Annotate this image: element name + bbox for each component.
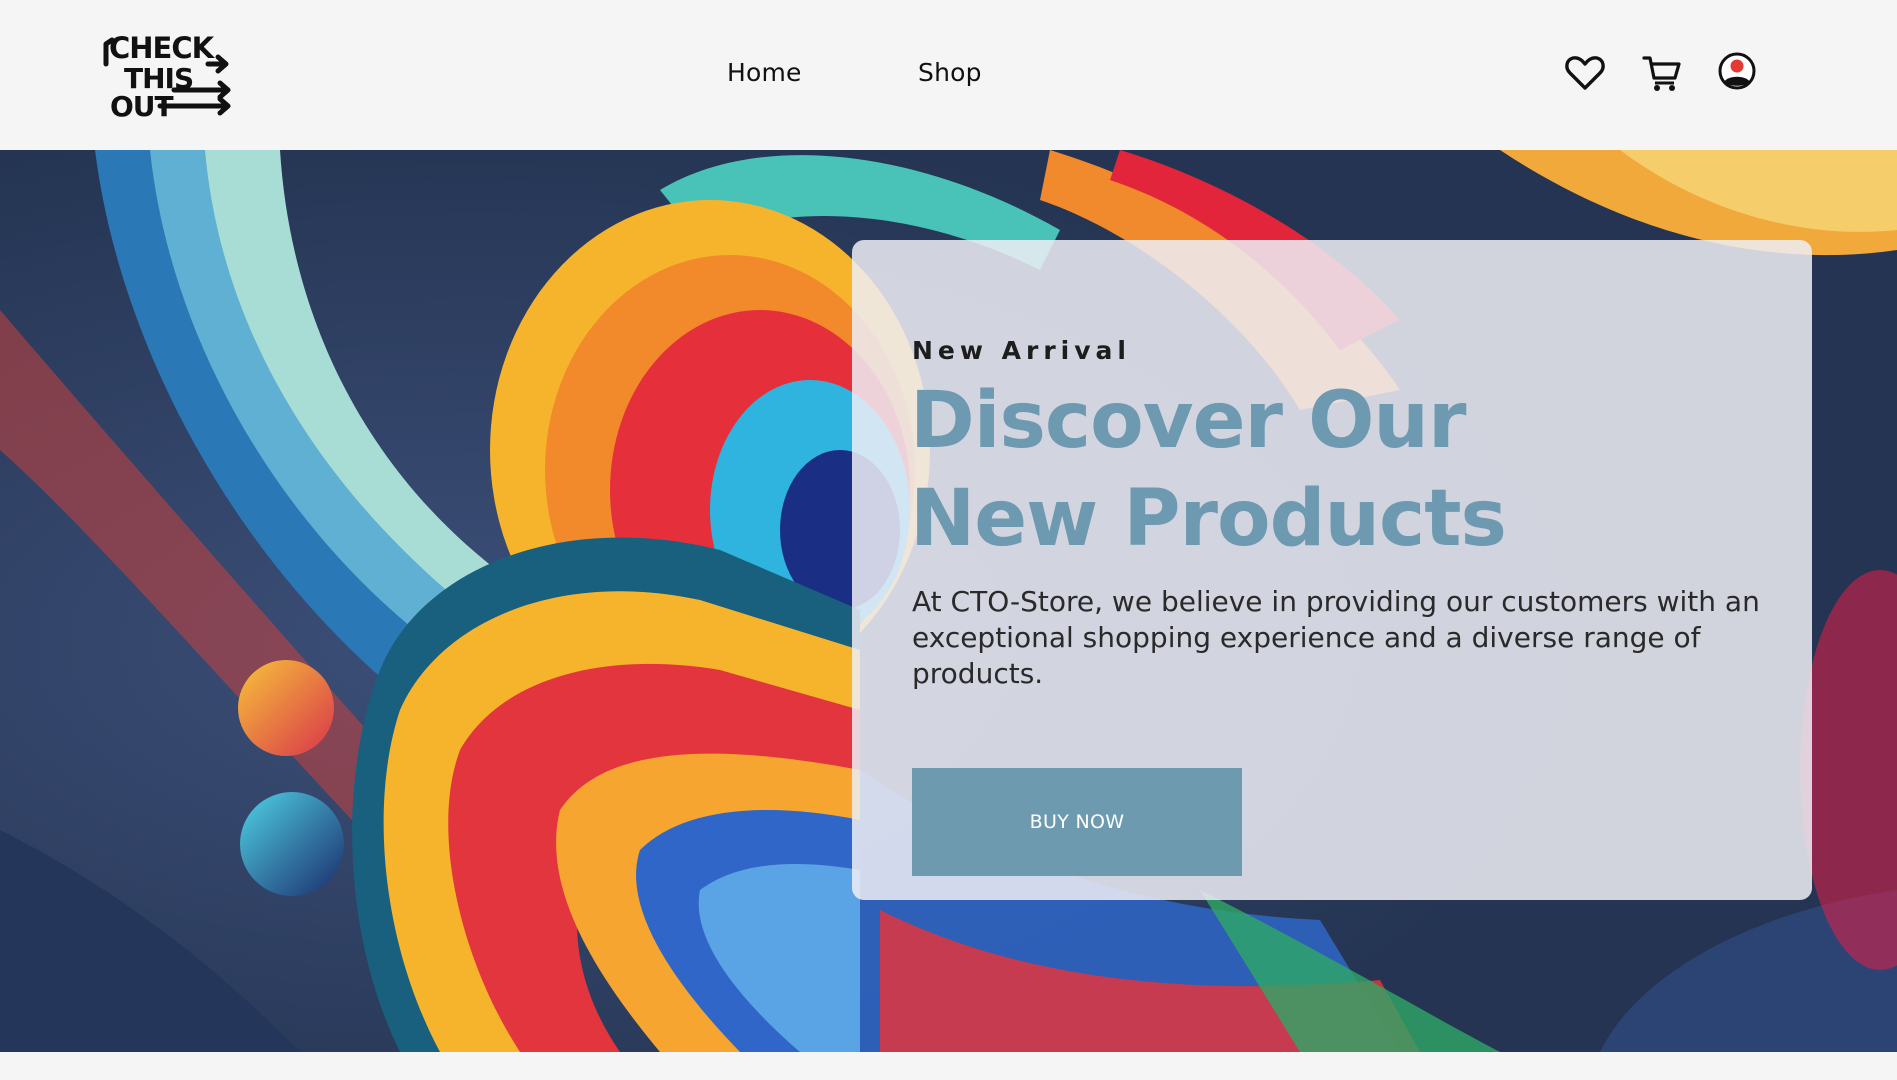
promo-card: New Arrival Discover Our New Products At… <box>852 240 1812 900</box>
header-icons <box>0 50 1897 92</box>
eyebrow-label: New Arrival <box>912 336 1131 365</box>
hero-description: At CTO-Store, we believe in providing ou… <box>912 585 1760 690</box>
user-icon[interactable] <box>1716 50 1758 92</box>
hero-headline: Discover Our New Products <box>910 372 1730 568</box>
site-header: CHECK THIS OUT Home Shop <box>0 0 1897 150</box>
heart-icon[interactable] <box>1564 52 1606 94</box>
headline-line-2: New Products <box>910 474 1507 564</box>
headline-line-1: Discover Our <box>910 376 1466 466</box>
buy-now-button[interactable]: BUY NOW <box>912 768 1242 876</box>
hero-banner: New Arrival Discover Our New Products At… <box>0 150 1897 1052</box>
cart-icon[interactable] <box>1641 52 1683 94</box>
logo-line-3: OUT <box>110 90 174 120</box>
